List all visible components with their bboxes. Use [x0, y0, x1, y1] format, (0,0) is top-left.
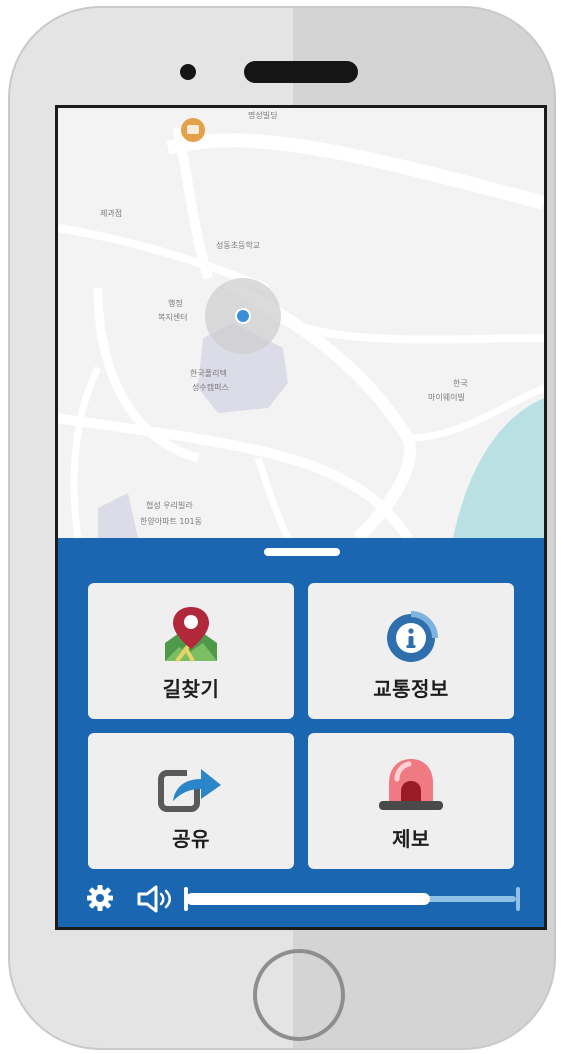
svg-text:복지센터: 복지센터 — [158, 312, 187, 322]
drag-handle[interactable] — [264, 548, 340, 556]
gear-icon[interactable] — [86, 884, 114, 916]
bottom-controls — [58, 878, 544, 918]
siren-icon — [375, 753, 447, 815]
directions-label: 길찾기 — [162, 677, 220, 701]
phone-frame: 명성빌딩 제과점 성동초등학교 행정 복지센터 한국폴리텍 성수캠퍼스 한국 마… — [8, 6, 556, 1050]
share-button[interactable]: 공유 — [88, 733, 294, 869]
traffic-info-button[interactable]: 교통정보 — [308, 583, 514, 719]
bottom-panel: 길찾기 교통정보 공유 제보 — [58, 538, 544, 927]
svg-text:행정: 행정 — [168, 298, 183, 308]
svg-text:한국폴리텍: 한국폴리텍 — [190, 368, 227, 378]
svg-text:한양아파트 101동: 한양아파트 101동 — [140, 516, 202, 526]
report-button[interactable]: 제보 — [308, 733, 514, 869]
svg-text:명성빌딩: 명성빌딩 — [248, 110, 277, 120]
volume-max-cap — [516, 887, 520, 911]
map-pin-icon — [159, 603, 223, 665]
map-view[interactable]: 명성빌딩 제과점 성동초등학교 행정 복지센터 한국폴리텍 성수캠퍼스 한국 마… — [58, 108, 544, 538]
svg-text:협성 우리빌라: 협성 우리빌라 — [146, 500, 193, 510]
home-button[interactable] — [253, 949, 345, 1041]
info-icon — [384, 603, 438, 665]
share-icon — [155, 753, 227, 815]
phone-screen: 명성빌딩 제과점 성동초등학교 행정 복지센터 한국폴리텍 성수캠퍼스 한국 마… — [55, 105, 547, 930]
svg-text:제과점: 제과점 — [100, 208, 122, 218]
speaker-volume-icon[interactable] — [136, 884, 176, 918]
svg-text:성동초등학교: 성동초등학교 — [216, 240, 260, 250]
svg-text:마이웨이빌: 마이웨이빌 — [428, 392, 465, 402]
report-label: 제보 — [392, 827, 430, 851]
volume-fill — [186, 893, 430, 905]
svg-text:성수캠퍼스: 성수캠퍼스 — [192, 382, 229, 392]
directions-button[interactable]: 길찾기 — [88, 583, 294, 719]
volume-min-cap — [184, 887, 188, 911]
earpiece-speaker — [244, 61, 358, 83]
svg-text:한국: 한국 — [453, 379, 468, 388]
share-label: 공유 — [172, 827, 210, 851]
front-camera — [180, 64, 196, 80]
traffic-info-label: 교통정보 — [373, 677, 449, 701]
